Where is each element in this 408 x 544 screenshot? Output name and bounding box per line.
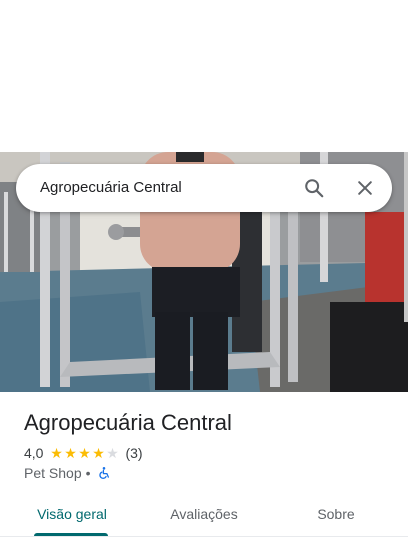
place-category[interactable]: Pet Shop [24,465,82,481]
tab-bar: Visão geral Avaliações Sobre [0,496,408,537]
blank-top-area [0,0,408,152]
star-icon: ★ [50,445,63,461]
separator-dot: • [85,465,91,481]
search-icon[interactable] [302,176,326,200]
rating-row[interactable]: 4,0 ★ ★ ★ ★ ★ (3) [24,444,143,462]
tab-about[interactable]: Sobre [296,496,376,532]
close-icon[interactable] [353,176,377,200]
search-input[interactable]: Agropecuária Central [40,178,182,198]
category-row: Pet Shop • [24,464,111,482]
tab-overview[interactable]: Visão geral [24,496,120,532]
star-icon: ★ [78,445,91,461]
search-bar[interactable]: Agropecuária Central [16,164,392,212]
place-title: Agropecuária Central [24,410,232,435]
star-icon: ★ [92,445,105,461]
rating-stars: ★ ★ ★ ★ ★ [49,446,119,460]
rating-value: 4,0 [24,445,44,461]
tabs-divider [0,536,408,537]
star-empty-icon: ★ [106,445,119,461]
wheelchair-accessible-icon [97,466,111,480]
review-count[interactable]: (3) [125,445,142,461]
tab-reviews[interactable]: Avaliações [152,496,256,532]
star-icon: ★ [64,445,77,461]
scrollbar[interactable] [404,152,408,322]
